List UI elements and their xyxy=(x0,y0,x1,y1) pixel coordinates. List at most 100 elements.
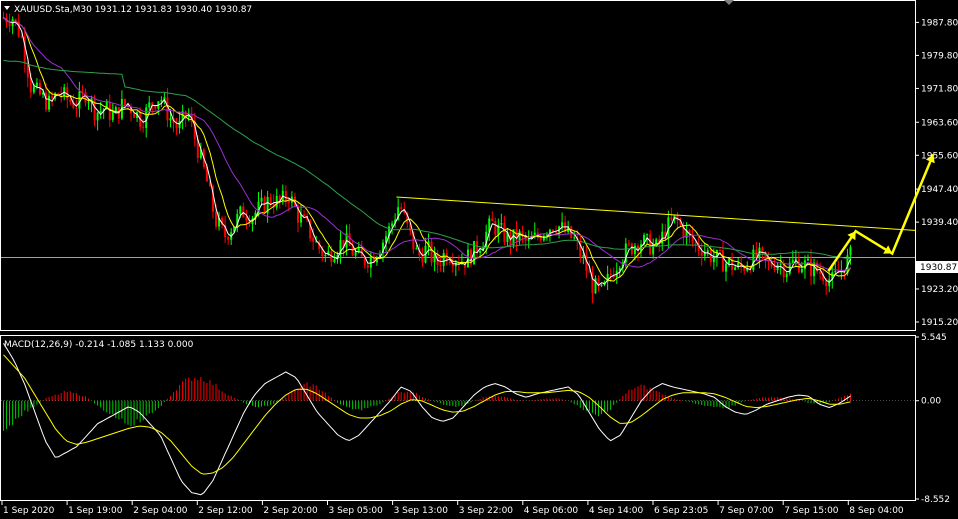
price-tick-label: 1971.80 xyxy=(921,84,958,94)
candle-body xyxy=(123,99,126,106)
candle-body xyxy=(518,231,521,242)
candle-body xyxy=(712,258,715,263)
time-tick-label: 3 Sep 13:00 xyxy=(394,506,449,516)
candle-body xyxy=(63,87,66,96)
time-tick-label: 2 Sep 12:00 xyxy=(198,506,253,516)
candle-body xyxy=(779,264,782,266)
candle-body xyxy=(400,207,403,209)
candle-body xyxy=(646,234,649,236)
candle-body xyxy=(93,98,96,121)
candle-body xyxy=(148,102,151,108)
candle-body xyxy=(111,112,114,120)
candle-body xyxy=(366,265,369,268)
candle-body xyxy=(542,235,545,241)
candle-body xyxy=(96,112,99,121)
candle-body xyxy=(782,264,785,278)
candle-body xyxy=(797,258,800,273)
candle-body xyxy=(439,264,442,266)
candle-body xyxy=(175,123,178,129)
candle-body xyxy=(448,261,451,264)
candle-body xyxy=(806,258,809,261)
candle-body xyxy=(154,105,157,109)
candle-body xyxy=(773,266,776,271)
candle-body xyxy=(324,254,327,257)
price-tick-label: 1947.40 xyxy=(921,185,958,195)
candle-body xyxy=(169,118,172,121)
candle-body xyxy=(442,253,445,266)
candle-body xyxy=(348,233,351,247)
candle-body xyxy=(415,248,418,250)
symbol-header: XAUUSD.Sta,M30 1931.12 1931.83 1930.40 1… xyxy=(14,5,252,15)
candle-body xyxy=(69,99,72,103)
candle-body xyxy=(87,102,90,104)
candle-body xyxy=(160,100,163,102)
candle-body xyxy=(354,252,357,256)
candle-body xyxy=(430,241,433,263)
candle-body xyxy=(561,222,564,227)
candle-body xyxy=(800,268,803,273)
price-tick-label: 1979.80 xyxy=(921,51,958,61)
time-tick-label: 2 Sep 04:00 xyxy=(133,506,188,516)
price-tick-label: 1987.80 xyxy=(921,18,958,28)
candle-body xyxy=(785,273,788,278)
candle-body xyxy=(35,82,38,87)
candle-body xyxy=(582,255,585,257)
price-tick-label: 1915.20 xyxy=(921,318,958,328)
candle-body xyxy=(734,267,737,270)
price-tick-label: 1923.20 xyxy=(921,285,958,295)
candle-body xyxy=(239,206,242,214)
candle-body xyxy=(78,91,81,109)
candle-body xyxy=(491,218,494,222)
price-tick-label: 1963.60 xyxy=(921,118,958,128)
price-tick-label: 1939.40 xyxy=(921,218,958,228)
candle-body xyxy=(791,260,794,263)
candle-body xyxy=(142,126,145,128)
candle-body xyxy=(227,236,230,240)
macd-header: MACD(12,26,9) -0.214 -1.085 1.133 0.000 xyxy=(4,340,194,350)
chart-canvas[interactable]: 1987.80 1979.80 1971.80 1963.60 1955.60 1947.… xyxy=(0,0,958,519)
candle-body xyxy=(287,201,290,203)
candle-body xyxy=(609,274,612,276)
candle-body xyxy=(32,86,35,93)
candle-body xyxy=(215,211,218,227)
candle-body xyxy=(245,217,248,221)
time-tick-label: 3 Sep 05:00 xyxy=(329,506,384,516)
candle-body xyxy=(333,259,336,263)
candle-body xyxy=(527,238,530,241)
candle-body xyxy=(694,242,697,244)
candle-body xyxy=(51,95,54,99)
candle-body xyxy=(263,197,266,213)
candle-body xyxy=(391,223,394,227)
candle-body xyxy=(721,250,724,272)
candle-body xyxy=(834,270,837,273)
candle-body xyxy=(761,247,764,252)
time-tick-label: 4 Sep 14:00 xyxy=(589,506,644,516)
candle-body xyxy=(369,256,372,268)
candle-body xyxy=(421,255,424,263)
candle-body xyxy=(479,250,482,253)
candle-body xyxy=(700,250,703,257)
candle-body xyxy=(627,243,630,245)
candle-body xyxy=(725,263,728,272)
candle-body xyxy=(670,217,673,220)
candle-body xyxy=(84,91,87,103)
candle-body xyxy=(8,22,11,27)
candle-body xyxy=(284,190,287,202)
candle-body xyxy=(269,196,272,204)
candle-body xyxy=(75,107,78,109)
candle-body xyxy=(166,97,169,121)
candle-body xyxy=(45,92,48,110)
candle-body xyxy=(494,221,497,235)
candle-body xyxy=(503,223,506,243)
candle-body xyxy=(810,258,813,277)
time-tick-label: 2 Sep 20:00 xyxy=(263,506,318,516)
candle-body xyxy=(649,234,652,255)
candle-body xyxy=(828,279,831,287)
candle-body xyxy=(706,250,709,252)
candle-body xyxy=(312,238,315,242)
candle-body xyxy=(466,249,469,268)
time-tick-label: 4 Sep 06:00 xyxy=(524,506,579,516)
current-price-label: 1930.87 xyxy=(920,263,957,273)
candle-body xyxy=(500,223,503,225)
candle-body xyxy=(709,250,712,263)
